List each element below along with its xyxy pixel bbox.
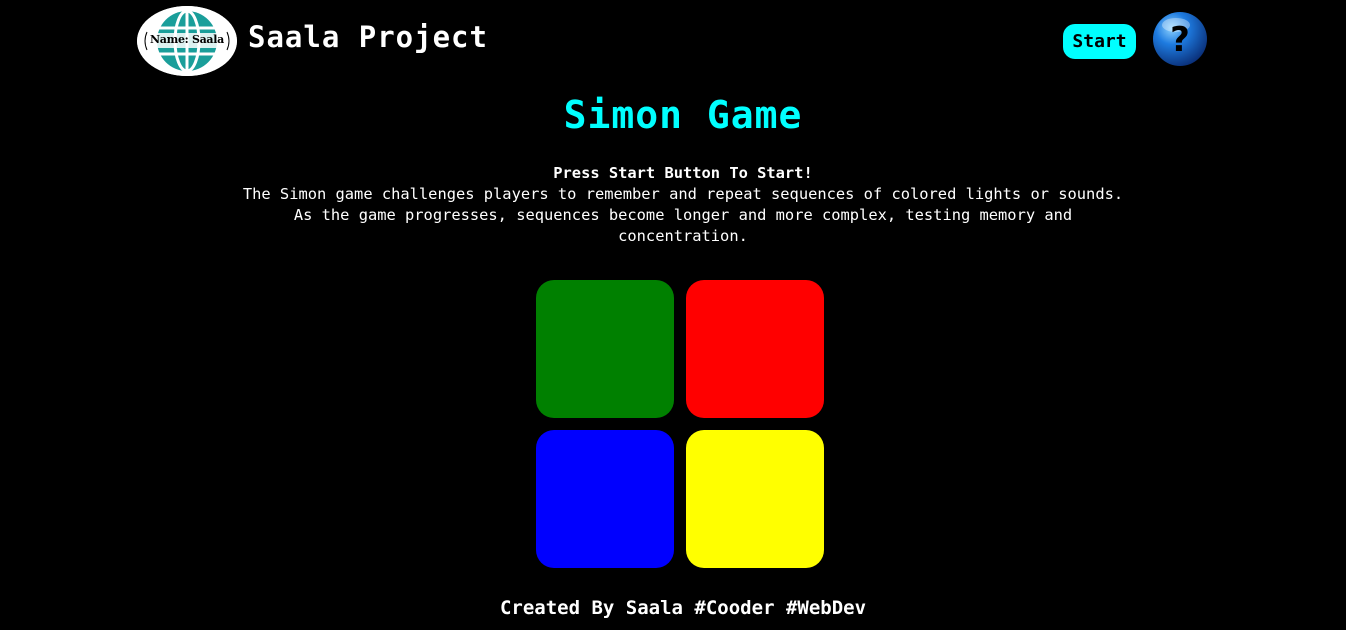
page-title: Simon Game [563, 93, 803, 137]
help-button[interactable]: ? [1152, 11, 1208, 67]
start-instruction: Press Start Button To Start! [553, 164, 813, 182]
logo-text: Name: Saala [150, 33, 224, 46]
red-pad[interactable] [686, 280, 824, 418]
logo: Name: Saala [137, 6, 237, 76]
description-line: As the game progresses, sequences become… [293, 206, 1073, 224]
header: Name: Saala Saala Project Start ? [0, 0, 1346, 80]
green-pad[interactable] [536, 280, 674, 418]
blue-pad[interactable] [536, 430, 674, 568]
brand-name: Saala Project [248, 20, 488, 54]
description-line: concentration. [618, 227, 748, 245]
yellow-pad[interactable] [686, 430, 824, 568]
question-mark-icon: ? [1153, 12, 1207, 66]
svg-text:?: ? [1170, 20, 1190, 60]
footer-credit: Created By Saala #Cooder #WebDev [499, 597, 867, 619]
page: Name: Saala Saala Project Start ? Simon … [0, 0, 1346, 630]
start-button[interactable]: Start [1063, 24, 1136, 59]
intro-text: Press Start Button To Start! The Simon g… [0, 163, 1346, 247]
description-line: The Simon game challenges players to rem… [242, 185, 1124, 203]
